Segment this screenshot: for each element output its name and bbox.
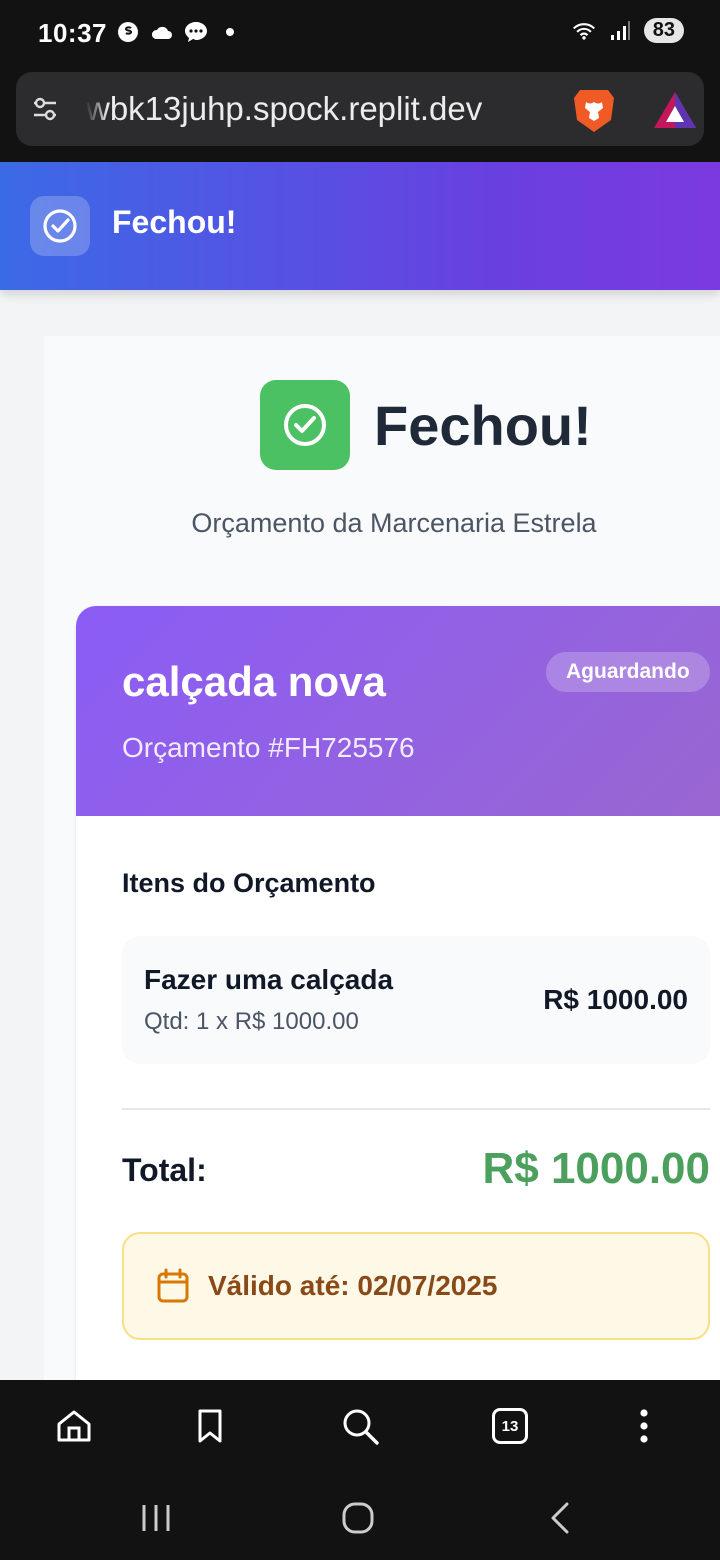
- tab-count: 13: [492, 1408, 528, 1444]
- home-icon: [57, 1410, 91, 1442]
- hero-title: Fechou!: [374, 393, 592, 457]
- check-circle-icon: [43, 209, 77, 243]
- recent-apps-icon: [142, 1505, 170, 1531]
- home-circle-icon: [342, 1502, 374, 1534]
- hero-logo: [260, 380, 350, 470]
- app-header: Fechou!: [0, 162, 720, 290]
- status-time: 10:37: [38, 18, 107, 48]
- item-price: R$ 1000.00: [543, 984, 688, 1015]
- hero: Fechou!: [260, 380, 592, 470]
- item-name: Fazer uma calçada: [144, 964, 394, 995]
- quote-card-header: calçada nova Orçamento #FH725576 Aguarda…: [76, 606, 720, 816]
- menu-button[interactable]: [622, 1404, 666, 1448]
- brave-rewards-icon[interactable]: [652, 90, 698, 135]
- battery-icon: 83: [643, 18, 684, 43]
- search-button[interactable]: [338, 1404, 382, 1448]
- status-notification-icons: [116, 20, 242, 44]
- app-title[interactable]: Fechou!: [112, 204, 236, 241]
- total-label: Total:: [122, 1152, 207, 1188]
- search-icon: [343, 1409, 379, 1445]
- bookmark-icon: [198, 1409, 222, 1443]
- url-field[interactable]: wbk13juhp.spock.replit.dev: [16, 72, 704, 146]
- items-section-title: Itens do Orçamento: [122, 868, 376, 898]
- app-logo[interactable]: [30, 196, 90, 256]
- hero-subtitle: Orçamento da Marcenaria Estrela: [191, 508, 597, 538]
- brave-shields-icon[interactable]: [572, 86, 616, 139]
- wifi-icon: [572, 19, 596, 43]
- quote-reference: Orçamento #FH725576: [122, 732, 415, 763]
- web-page: Fechou! Fechou! Orçamento da Marcenaria …: [0, 162, 720, 1380]
- more-vertical-icon: [640, 1409, 648, 1443]
- browser-toolbar: 13: [0, 1380, 720, 1470]
- status-system-icons: 83: [572, 18, 684, 43]
- home-button[interactable]: [52, 1404, 96, 1448]
- signal-icon: [608, 19, 632, 43]
- dot-icon: [218, 20, 242, 44]
- divider: [122, 1108, 710, 1110]
- validity-text: Válido até: 02/07/2025: [208, 1270, 498, 1301]
- check-circle-icon: [284, 404, 326, 446]
- sync-icon: [116, 20, 140, 44]
- validity-notice: Válido até: 02/07/2025: [122, 1232, 710, 1340]
- quote-title: calçada nova: [122, 658, 386, 705]
- bookmarks-button[interactable]: [188, 1404, 232, 1448]
- total-value: R$ 1000.00: [482, 1144, 710, 1193]
- system-navigation-bar: [0, 1470, 720, 1560]
- calendar-icon: [156, 1268, 190, 1309]
- home-nav-button[interactable]: [336, 1496, 380, 1540]
- chat-icon: [184, 20, 208, 44]
- status-bar: 10:37 83: [0, 0, 720, 66]
- back-button[interactable]: [538, 1496, 582, 1540]
- quote-card: calçada nova Orçamento #FH725576 Aguarda…: [76, 606, 720, 1380]
- tabs-button[interactable]: 13: [488, 1404, 532, 1448]
- quote-page-content: Fechou! Orçamento da Marcenaria Estrela …: [44, 336, 720, 1380]
- list-item: Fazer uma calçada Qtd: 1 x R$ 1000.00 R$…: [122, 936, 710, 1064]
- url-text[interactable]: wbk13juhp.spock.replit.dev: [86, 90, 556, 128]
- back-chevron-icon: [551, 1502, 569, 1534]
- recent-apps-button[interactable]: [134, 1496, 178, 1540]
- browser-address-bar: wbk13juhp.spock.replit.dev: [0, 66, 720, 162]
- cloud-icon: [150, 20, 174, 44]
- site-settings-icon[interactable]: [30, 94, 60, 129]
- item-quantity: Qtd: 1 x R$ 1000.00: [144, 1008, 359, 1035]
- status-badge: Aguardando: [546, 652, 710, 692]
